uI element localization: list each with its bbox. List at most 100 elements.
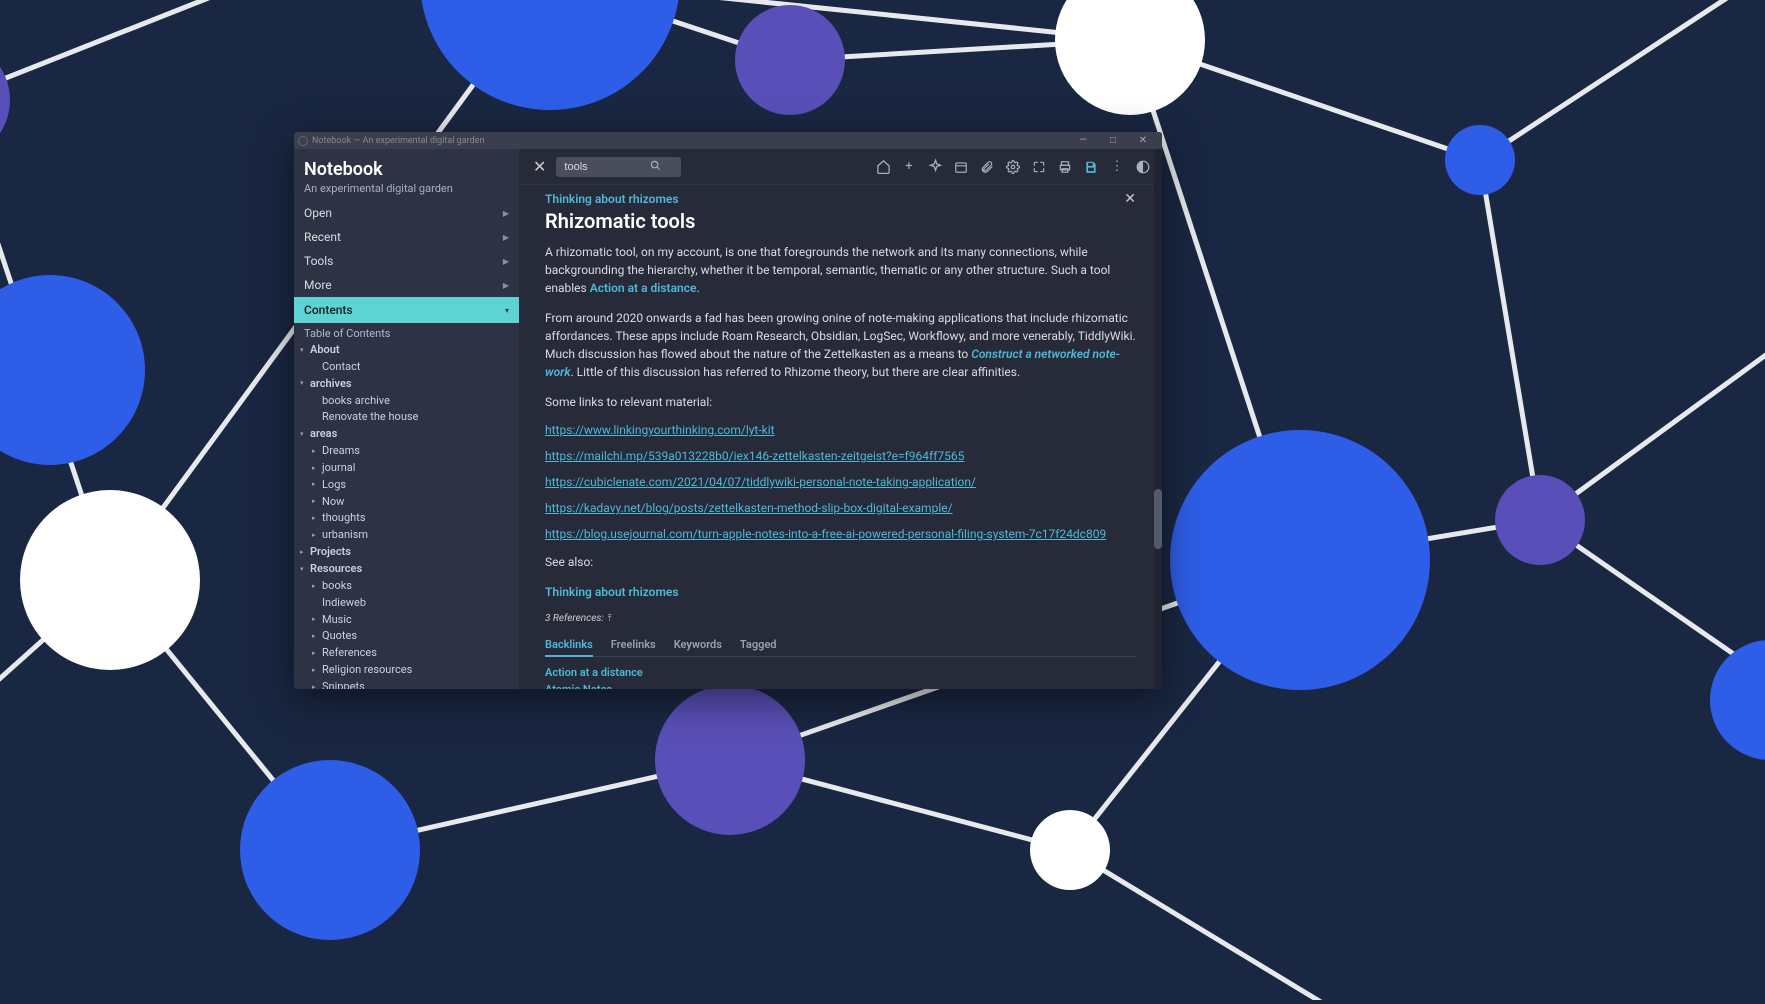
menu-tools[interactable]: Tools ▶ [294,249,519,273]
toc-item-label: journal [322,461,355,476]
toc-item-label: areas [310,427,337,442]
toc-item[interactable]: ▸Now [300,494,513,511]
toc-label: Table of Contents [294,323,519,342]
reference-tabs: Backlinks Freelinks Keywords Tagged [545,634,1136,657]
titlebar-text: Notebook — An experimental digital garde… [312,136,484,146]
titlebar[interactable]: Notebook — An experimental digital garde… [294,132,1162,149]
toc-item-label: Resources [310,562,362,577]
app-window: Notebook — An experimental digital garde… [294,132,1162,689]
toc-item[interactable]: ▸Quotes [300,628,513,645]
paragraph: Some links to relevant material: [545,393,1136,411]
wiki-link[interactable]: Action at a distance [590,281,697,295]
article: Thinking about rhizomes ✕ Rhizomatic too… [519,185,1162,689]
caret-down-icon: ▾ [300,346,310,355]
sidebar-subtitle: An experimental digital garden [304,182,509,195]
toc-item[interactable]: ▸Dreams [300,443,513,460]
breadcrumb[interactable]: Thinking about rhizomes [545,192,679,206]
save-icon[interactable] [1080,156,1102,178]
caret-right-icon: ▸ [312,447,322,456]
chevron-right-icon: ▶ [503,281,509,290]
caret-down-icon: ▾ [300,565,310,574]
attachment-icon[interactable] [976,156,998,178]
toc-item-label: Projects [310,545,351,560]
toc-item[interactable]: ▸journal [300,460,513,477]
external-link[interactable]: https://www.linkingyourthinking.com/lyt-… [545,423,1136,437]
search-icon[interactable] [650,160,661,174]
toc-item[interactable]: ▾About [300,342,513,359]
more-icon[interactable]: ⋮ [1106,156,1128,178]
toc-item[interactable]: ▸Music [300,612,513,629]
scrollbar-thumb[interactable] [1154,489,1162,549]
toc-item[interactable]: ▸References [300,645,513,662]
scrollbar[interactable] [1154,149,1162,689]
menu-more[interactable]: More ▶ [294,273,519,297]
external-link[interactable]: https://blog.usejournal.com/turn-apple-n… [545,527,1136,541]
paragraph: From around 2020 onwards a fad has been … [545,309,1136,381]
toc-item-label: books archive [322,394,390,409]
toc-item-label: Dreams [322,444,360,459]
new-tiddler-icon[interactable]: + [898,156,920,178]
toc-item-label: Indieweb [322,596,366,611]
caret-right-icon: ▸ [312,666,322,675]
external-link[interactable]: https://mailchi.mp/539a013228b0/iex146-z… [545,449,1136,463]
settings-icon[interactable] [1002,156,1024,178]
maximize-button[interactable]: □ [1098,135,1128,146]
toc-item-label: Snippets [322,680,365,689]
backlink-item[interactable]: Atomic Notes [545,682,1136,690]
tab-backlinks[interactable]: Backlinks [545,634,593,657]
toc-item-label: Contact [322,360,360,375]
close-card-icon[interactable]: ✕ [1124,191,1136,207]
toc-item[interactable]: Contact [300,359,513,376]
contents-header[interactable]: Contents ▾ [294,297,519,323]
toc-item[interactable]: ▾archives [300,376,513,393]
caret-right-icon: ▸ [312,615,322,624]
caret-down-icon: ▾ [300,430,310,439]
collapse-icon[interactable]: ⤒ [608,614,612,624]
chevron-right-icon: ▶ [503,209,509,218]
toc-item[interactable]: ▾areas [300,426,513,443]
backlink-item[interactable]: Action at a distance [545,665,1136,682]
toc-item[interactable]: Indieweb [300,595,513,612]
toc-item[interactable]: ▸Religion resources [300,662,513,679]
print-icon[interactable] [1054,156,1076,178]
main-panel: ✕ + [519,149,1162,689]
toc-item[interactable]: ▸Projects [300,544,513,561]
wiki-link[interactable]: Thinking about rhizomes [545,585,679,599]
caret-down-icon: ▾ [300,379,310,388]
paint-icon[interactable] [924,156,946,178]
toc-item[interactable]: ▸Logs [300,477,513,494]
toc-item[interactable]: ▸thoughts [300,510,513,527]
caret-right-icon: ▸ [312,632,322,641]
toc-item-label: Religion resources [322,663,412,678]
chevron-right-icon: ▶ [503,233,509,242]
toc-item[interactable]: ▸urbanism [300,527,513,544]
see-also-label: See also: [545,553,1136,571]
menu-open[interactable]: Open ▶ [294,201,519,225]
caret-right-icon: ▸ [312,497,322,506]
fullscreen-icon[interactable] [1028,156,1050,178]
toc-item[interactable]: Renovate the house [300,409,513,426]
search-field[interactable] [556,157,681,177]
tab-keywords[interactable]: Keywords [674,634,722,656]
toc-item[interactable]: ▸Snippets [300,679,513,689]
caret-right-icon: ▸ [312,480,322,489]
home-icon[interactable] [872,156,894,178]
calendar-icon[interactable] [950,156,972,178]
caret-right-icon: ▸ [312,649,322,658]
tab-tagged[interactable]: Tagged [740,634,777,656]
toc-item-label: Quotes [322,629,357,644]
toc-item[interactable]: books archive [300,393,513,410]
toc-item[interactable]: ▸books [300,578,513,595]
theme-icon[interactable] [1132,156,1154,178]
window-close-button[interactable]: ✕ [1128,135,1158,146]
article-title: Rhizomatic tools [545,209,1136,233]
tab-freelinks[interactable]: Freelinks [611,634,656,656]
external-link[interactable]: https://cubiclenate.com/2021/04/07/tiddl… [545,475,1136,489]
close-story-icon[interactable]: ✕ [527,157,552,176]
menu-recent[interactable]: Recent ▶ [294,225,519,249]
search-input[interactable] [564,161,644,173]
toc-item[interactable]: ▾Resources [300,561,513,578]
minimize-button[interactable]: — [1068,135,1098,146]
external-link[interactable]: https://kadavy.net/blog/posts/zettelkast… [545,501,1136,515]
caret-right-icon: ▸ [312,683,322,689]
